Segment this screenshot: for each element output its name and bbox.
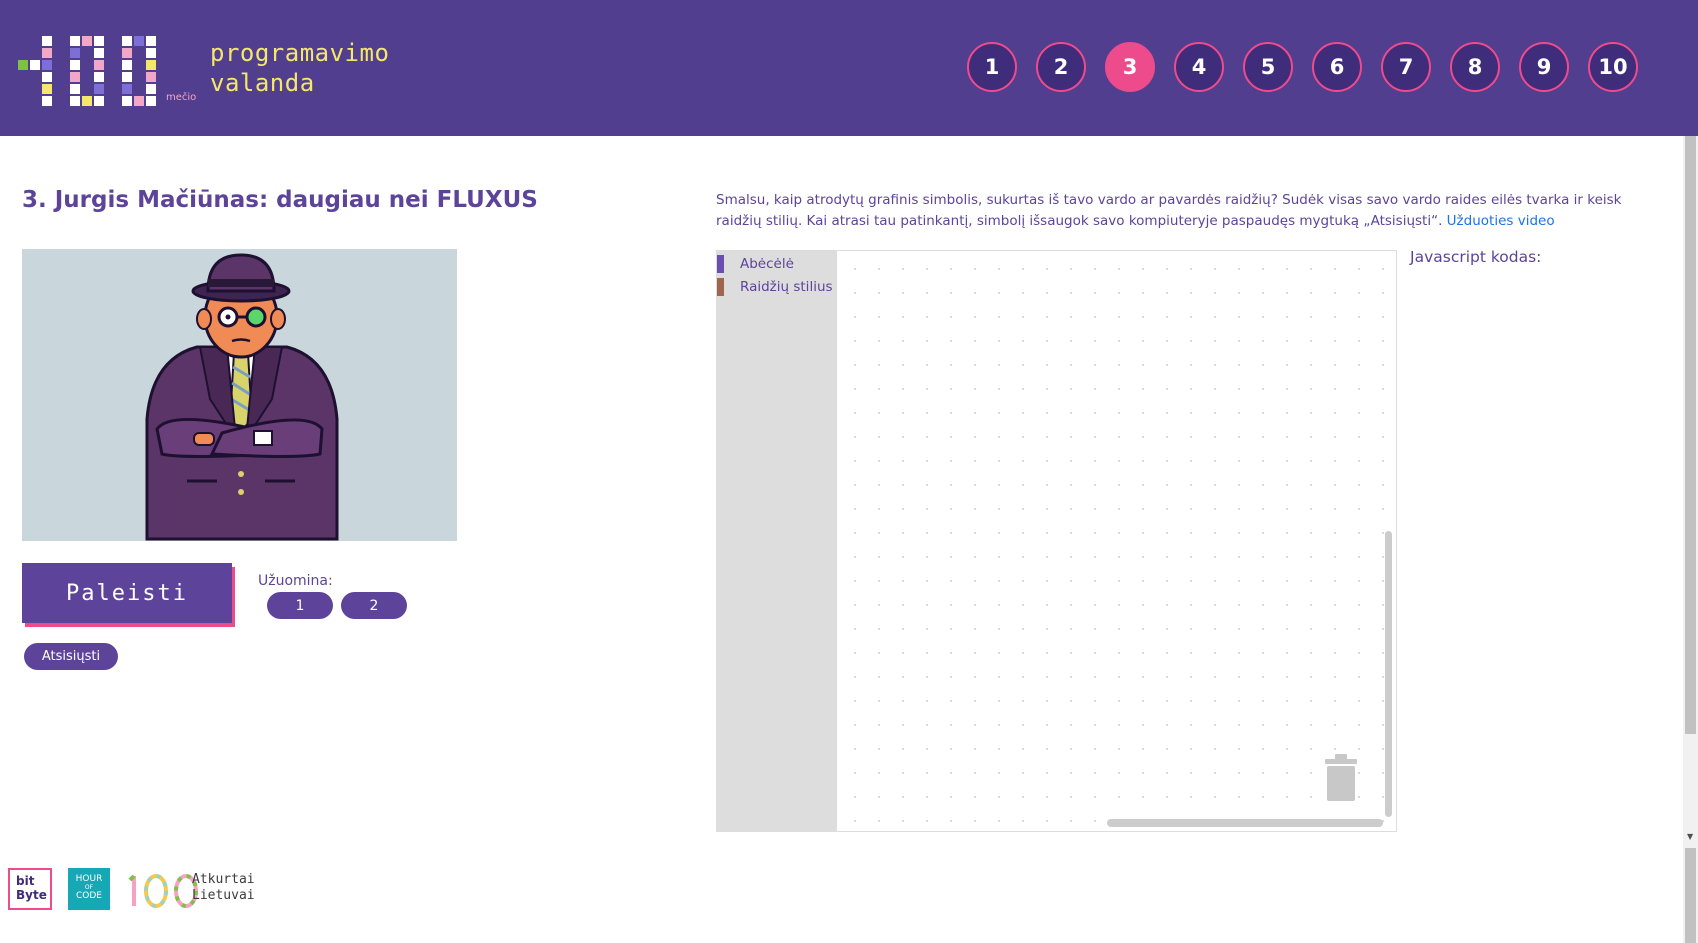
vertical-scrollbar[interactable] xyxy=(1385,531,1392,817)
task-video-link[interactable]: Užduoties video xyxy=(1447,213,1555,229)
page-scrollbar-track[interactable] xyxy=(1685,848,1696,943)
bit-byte-logo[interactable]: bit Byte xyxy=(8,868,52,910)
level-4-button[interactable]: 4 xyxy=(1174,42,1224,92)
page-scrollbar-thumb[interactable] xyxy=(1685,136,1696,734)
character-illustration xyxy=(22,249,457,541)
hoc-line-3: CODE xyxy=(76,891,102,901)
horizontal-scrollbar[interactable] xyxy=(1107,819,1383,827)
logo-subscript: mečio xyxy=(166,92,197,103)
category-label: Abėcėlė xyxy=(740,256,794,272)
logo-line-2: valanda xyxy=(210,69,315,97)
level-7-button[interactable]: 7 xyxy=(1381,42,1431,92)
trash-icon[interactable] xyxy=(1323,753,1359,803)
bitbyte-line-1: bit xyxy=(16,874,35,888)
hour-of-code-logo[interactable]: HOUR OF CODE xyxy=(68,868,110,910)
level-5-button[interactable]: 5 xyxy=(1243,42,1293,92)
logo-wordmark: programavimo valanda xyxy=(210,38,389,98)
bitbyte-line-2: Byte xyxy=(16,888,47,902)
category-letter-style[interactable]: Raidžių stilius xyxy=(717,277,833,297)
blockly-workspace[interactable]: Abėcėlė Raidžių stilius xyxy=(716,250,1397,832)
category-label: Raidžių stilius xyxy=(740,279,833,295)
logo-line-1: programavimo xyxy=(210,39,390,67)
level-3-button[interactable]: 3 xyxy=(1105,42,1155,92)
level-1-button[interactable]: 1 xyxy=(967,42,1017,92)
category-alphabet[interactable]: Abėcėlė xyxy=(717,254,794,274)
lt-line-2: Lietuvai xyxy=(192,888,255,903)
top-bar: mečio programavimo valanda 1 2 3 4 5 6 7… xyxy=(0,0,1698,136)
page-scrollbar[interactable]: ▼ xyxy=(1683,136,1698,943)
task-instructions: Smalsu, kaip atrodytų grafinis simbolis,… xyxy=(716,190,1636,232)
category-swatch xyxy=(717,255,724,273)
hoc-line-2: OF xyxy=(84,884,94,891)
block-canvas[interactable] xyxy=(837,251,1396,831)
hint-2-button[interactable]: 2 xyxy=(341,592,407,619)
level-10-button[interactable]: 10 xyxy=(1588,42,1638,92)
page-title: 3. Jurgis Mačiūnas: daugiau nei FLUXUS xyxy=(22,187,538,213)
hint-label: Užuomina: xyxy=(258,573,333,589)
javascript-code-label: Javascript kodas: xyxy=(1410,248,1542,266)
scroll-down-arrow-icon[interactable]: ▼ xyxy=(1687,832,1693,841)
hoc-line-1: HOUR xyxy=(75,874,103,884)
hint-1-button[interactable]: 1 xyxy=(267,592,333,619)
level-8-button[interactable]: 8 xyxy=(1450,42,1500,92)
blockly-toolbox: Abėcėlė Raidžių stilius xyxy=(717,251,837,831)
level-9-button[interactable]: 9 xyxy=(1519,42,1569,92)
lt-line-1: Atkurtai xyxy=(192,872,255,887)
category-swatch xyxy=(717,278,724,296)
run-button[interactable]: Paleisti xyxy=(22,563,232,623)
download-button[interactable]: Atsisiųsti xyxy=(24,643,118,670)
level-6-button[interactable]: 6 xyxy=(1312,42,1362,92)
jurgis-maciunas-illustration xyxy=(145,253,339,541)
level-2-button[interactable]: 2 xyxy=(1036,42,1086,92)
lithuania-100-text: Atkurtai Lietuvai xyxy=(192,872,255,904)
